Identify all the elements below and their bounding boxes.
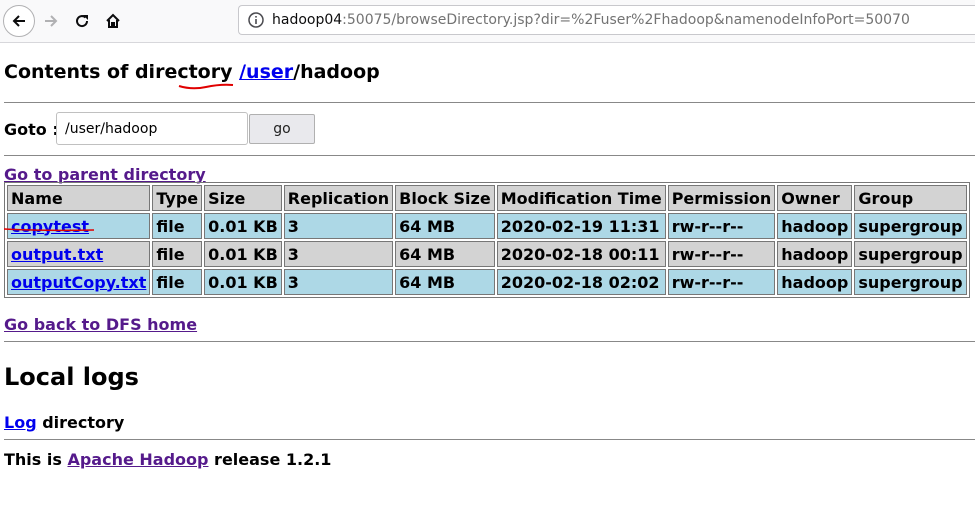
col-owner: Owner	[777, 185, 853, 211]
col-type: Type	[152, 185, 203, 211]
cell-group: supergroup	[854, 241, 967, 267]
col-replication: Replication	[283, 185, 394, 211]
cell-owner: hadoop	[777, 241, 853, 267]
table-row: output.txt file 0.01 KB 3 64 MB 2020-02-…	[7, 241, 967, 267]
file-link-output-txt[interactable]: output.txt	[11, 245, 103, 264]
browser-toolbar: hadoop04:50075/browseDirectory.jsp?dir=%…	[0, 0, 975, 43]
table-row: outputCopy.txt file 0.01 KB 3 64 MB 2020…	[7, 269, 967, 295]
log-suffix: directory	[36, 413, 125, 432]
reload-button[interactable]	[68, 7, 96, 35]
file-link-outputcopy-txt[interactable]: outputCopy.txt	[11, 273, 146, 292]
cell-size: 0.01 KB	[204, 269, 282, 295]
cell-permission: rw-r--r--	[667, 213, 776, 239]
table-header-row: Name Type Size Replication Block Size Mo…	[7, 185, 967, 211]
col-modification-time: Modification Time	[496, 185, 666, 211]
info-icon[interactable]	[248, 12, 264, 28]
dfs-home-link[interactable]: Go back to DFS home	[4, 315, 197, 334]
cell-name: outputCopy.txt	[7, 269, 151, 295]
cell-name: output.txt	[7, 241, 151, 267]
col-permission: Permission	[667, 185, 776, 211]
cell-permission: rw-r--r--	[667, 241, 776, 267]
log-directory-line: Log directory	[4, 413, 124, 432]
divider	[4, 155, 975, 156]
col-size: Size	[204, 185, 282, 211]
local-logs-heading: Local logs	[4, 363, 139, 391]
file-listing-table: Name Type Size Replication Block Size Mo…	[4, 182, 970, 298]
cell-name: copytest	[7, 213, 151, 239]
divider	[4, 102, 975, 103]
forward-button[interactable]	[37, 7, 65, 35]
url-host: hadoop04	[272, 12, 343, 28]
url-path: :50075/browseDirectory.jsp?dir=%2Fuser%2…	[342, 12, 910, 28]
cell-block-size: 64 MB	[395, 213, 495, 239]
release-prefix: This is	[4, 450, 68, 469]
divider	[4, 341, 975, 342]
col-name: Name	[7, 185, 151, 211]
cell-owner: hadoop	[777, 269, 853, 295]
forward-arrow-icon	[45, 15, 58, 27]
apache-hadoop-link[interactable]: Apache Hadoop	[67, 450, 208, 469]
cell-size: 0.01 KB	[204, 241, 282, 267]
cell-block-size: 64 MB	[395, 269, 495, 295]
cell-modification-time: 2020-02-18 02:02	[496, 269, 666, 295]
release-suffix: release 1.2.1	[208, 450, 332, 469]
home-button[interactable]	[99, 7, 127, 35]
annotation-underline	[178, 83, 234, 90]
cell-owner: hadoop	[777, 213, 853, 239]
annotation-mark	[4, 228, 95, 232]
cell-type: file	[152, 269, 203, 295]
cell-size: 0.01 KB	[204, 213, 282, 239]
cell-permission: rw-r--r--	[667, 269, 776, 295]
goto-input[interactable]	[56, 112, 248, 145]
back-arrow-icon	[12, 15, 25, 27]
table-row: copytest file 0.01 KB 3 64 MB 2020-02-19…	[7, 213, 967, 239]
log-link[interactable]: Log	[4, 413, 37, 432]
url-bar[interactable]: hadoop04:50075/browseDirectory.jsp?dir=%…	[238, 5, 975, 35]
url-text: hadoop04:50075/browseDirectory.jsp?dir=%…	[272, 12, 910, 28]
release-line: This is Apache Hadoop release 1.2.1	[4, 450, 331, 469]
path-link-user[interactable]: /user	[239, 61, 293, 83]
page-title: Contents of directory /user/hadoop	[4, 61, 380, 83]
back-button[interactable]	[3, 5, 35, 37]
go-button[interactable]: go	[249, 114, 315, 144]
reload-icon	[76, 15, 89, 28]
divider	[4, 439, 975, 440]
cell-replication: 3	[283, 213, 394, 239]
col-group: Group	[854, 185, 967, 211]
cell-modification-time: 2020-02-19 11:31	[496, 213, 666, 239]
cell-type: file	[152, 213, 203, 239]
cell-replication: 3	[283, 269, 394, 295]
cell-type: file	[152, 241, 203, 267]
cell-group: supergroup	[854, 213, 967, 239]
col-block-size: Block Size	[395, 185, 495, 211]
cell-group: supergroup	[854, 269, 967, 295]
title-prefix: Contents of directory	[4, 61, 240, 83]
title-path-rest: /hadoop	[293, 61, 380, 83]
home-icon	[106, 13, 120, 28]
cell-modification-time: 2020-02-18 00:11	[496, 241, 666, 267]
cell-block-size: 64 MB	[395, 241, 495, 267]
goto-label: Goto :	[4, 120, 59, 139]
cell-replication: 3	[283, 241, 394, 267]
